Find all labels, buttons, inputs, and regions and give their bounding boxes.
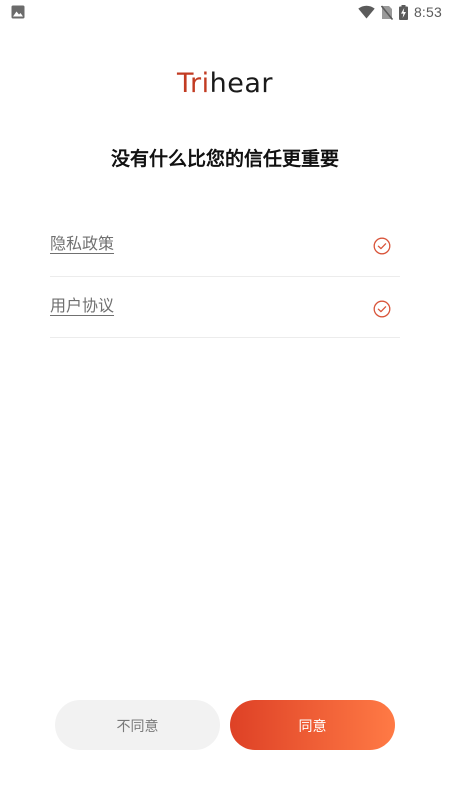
privacy-policy-link[interactable]: 隐私政策 <box>50 232 114 256</box>
privacy-policy-row[interactable]: 隐私政策 <box>50 216 400 277</box>
disagree-button[interactable]: 不同意 <box>55 700 220 750</box>
app-logo: Trihear <box>0 64 450 104</box>
status-icons: 8:53 <box>358 0 442 24</box>
battery-charging-icon <box>398 4 408 20</box>
privacy-consent-screen: 8:53 Trihear 没有什么比您的信任更重要 隐私政策 用户协议 不同意 … <box>0 0 450 800</box>
check-circle-icon[interactable] <box>373 300 391 318</box>
user-agreement-link[interactable]: 用户协议 <box>50 294 114 318</box>
user-agreement-row[interactable]: 用户协议 <box>50 277 400 338</box>
status-bar: 8:53 <box>0 0 450 24</box>
logo-text-tri: Tri <box>176 68 210 99</box>
image-icon <box>11 5 25 19</box>
page-title: 没有什么比您的信任更重要 <box>110 148 339 170</box>
agree-button[interactable]: 同意 <box>230 700 395 750</box>
status-time: 8:53 <box>413 4 442 20</box>
check-circle-icon[interactable] <box>373 237 391 255</box>
logo-text-hear: hear <box>209 68 273 99</box>
no-sim-icon <box>380 4 393 20</box>
agreement-list: 隐私政策 用户协议 <box>50 216 400 338</box>
wifi-icon <box>358 5 375 19</box>
